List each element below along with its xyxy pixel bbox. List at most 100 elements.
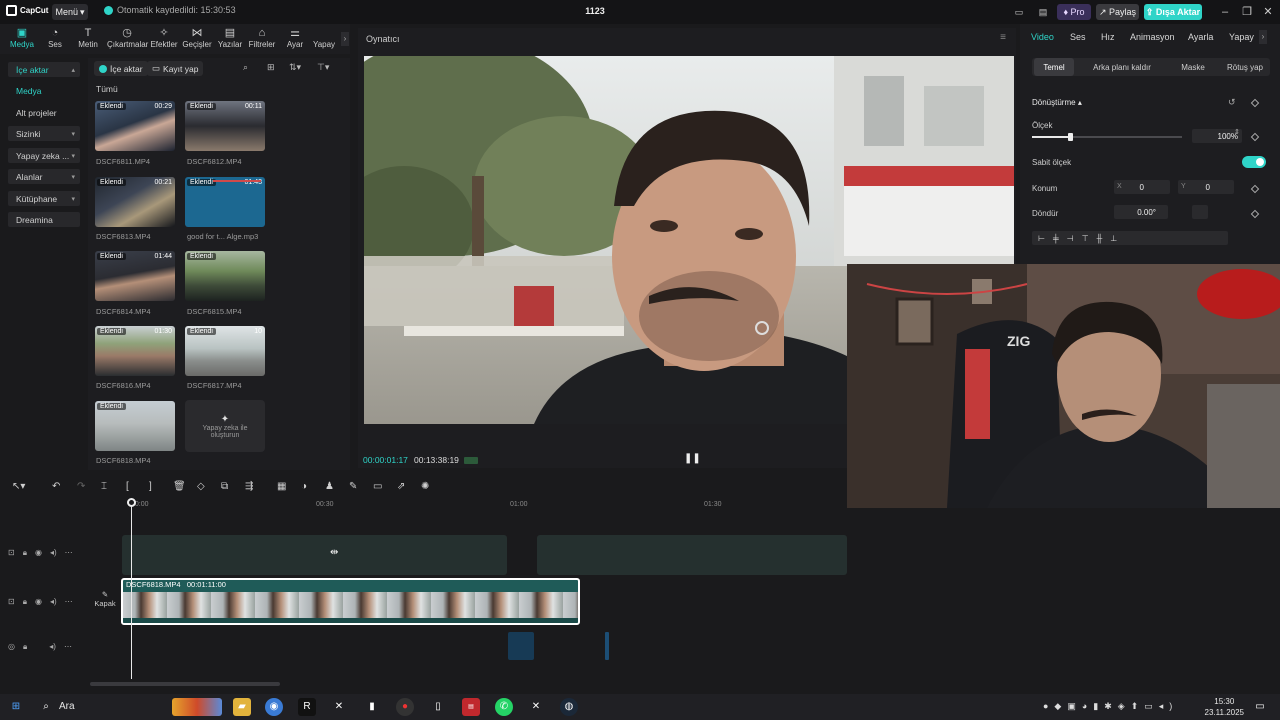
sidebar-item-subprojects[interactable]: Alt projeler [8, 105, 80, 120]
sidebar-item-library[interactable]: Kütüphane ▾ [8, 191, 80, 206]
filter-icon[interactable]: ⊤▾ [317, 62, 329, 73]
more-icon[interactable]: ⋯ [65, 548, 73, 558]
media-thumb[interactable]: Eklendi 01:30 [95, 326, 175, 376]
overlay-clip[interactable] [537, 535, 847, 575]
sidebar-item-yours[interactable]: Sizinki ▾ [8, 126, 80, 141]
crop-icon[interactable]: ⧉ [221, 481, 228, 492]
volume-icon[interactable]: ◂) [50, 597, 57, 607]
media-thumb[interactable]: Eklendi 10 [185, 326, 265, 376]
align-top-icon[interactable]: ⊤ [1082, 234, 1089, 243]
inspector-tab-ai[interactable]: Yapay [1229, 32, 1254, 42]
record-button[interactable]: ▭ Kayıt yap [147, 61, 204, 76]
pause-icon[interactable]: ❚❚ [684, 453, 701, 464]
captions-icon[interactable]: ▭ [373, 481, 382, 492]
export-button[interactable]: ⇪ Dışa Aktar [1144, 4, 1202, 20]
maximize-icon[interactable]: ❐ [1239, 4, 1255, 20]
pro-button[interactable]: ♦ Pro [1057, 4, 1091, 20]
eye-icon[interactable]: ◉ [35, 597, 42, 607]
r-app-icon[interactable]: R [298, 698, 316, 716]
inspector-scroll-right-icon[interactable]: › [1259, 30, 1267, 44]
windows-start-icon[interactable]: ⊞ [7, 698, 25, 716]
toolbar-scroll-right-icon[interactable]: › [341, 32, 349, 46]
sort-icon[interactable]: ⇅▾ [289, 62, 301, 73]
tab-text[interactable]: T Metin [70, 26, 106, 52]
keyframe-icon[interactable] [1250, 98, 1260, 108]
align-center-h-icon[interactable]: ╪ [1053, 234, 1059, 243]
subtab-retouch[interactable]: Rötuş yap [1220, 58, 1270, 76]
inspector-tab-animation[interactable]: Animasyon [1130, 32, 1175, 42]
eye-icon[interactable]: ◉ [35, 548, 42, 558]
align-left-icon[interactable]: ⊢ [1038, 234, 1045, 243]
audio-clip[interactable] [508, 632, 534, 660]
split-right-icon[interactable]: ] [149, 481, 152, 492]
delete-icon[interactable]: 🗑 [173, 481, 186, 492]
undo-icon[interactable]: ↶ [52, 481, 60, 492]
inspector-tab-adjust[interactable]: Ayarla [1188, 32, 1213, 42]
overlay-clip[interactable] [122, 535, 507, 575]
rotate-dial[interactable] [1192, 205, 1208, 219]
media-thumb[interactable]: Eklendi 01:44 [95, 251, 175, 301]
subtab-basic[interactable]: Temel [1034, 58, 1074, 76]
playhead[interactable] [131, 499, 132, 679]
keyframe-icon[interactable] [1250, 132, 1260, 142]
mirror-icon[interactable]: ◑ [301, 481, 307, 492]
news-app-icon[interactable]: ▤ [462, 698, 480, 716]
timeline-scrollbar[interactable] [90, 682, 280, 686]
mask-icon[interactable]: ◇ [197, 481, 205, 492]
sidebar-item-import[interactable]: İçe aktar ▴ [8, 62, 80, 77]
align-bottom-icon[interactable]: ⊥ [1110, 234, 1117, 243]
lock-icon[interactable]: 🔒︎ [23, 597, 27, 607]
grid-view-icon[interactable]: ⊞ [267, 62, 275, 73]
player-menu-icon[interactable]: ≡ [1000, 32, 1006, 43]
inspector-tab-audio[interactable]: Ses [1070, 32, 1086, 42]
whatsapp-icon[interactable]: ✆ [495, 698, 513, 716]
audio-track-icon[interactable]: ◎ [8, 642, 15, 652]
timeline-ruler[interactable]: 00:00 00:30 01:00 01:30 [0, 498, 1280, 512]
magic-icon[interactable]: ✎ [349, 481, 357, 492]
split-icon[interactable]: ⌶ [101, 481, 107, 492]
chrome-icon[interactable]: ◉ [265, 698, 283, 716]
notifications-icon[interactable]: ▭ [1251, 698, 1269, 716]
layout-icon[interactable]: ▭ [1011, 4, 1027, 20]
keyframe-icon[interactable] [1250, 209, 1260, 219]
filter-all-label[interactable]: Tümü [96, 84, 118, 94]
tab-filters[interactable]: ⌂ Filtreler [244, 26, 280, 52]
reset-icon[interactable]: ↺ [1228, 97, 1236, 108]
subtab-remove-bg[interactable]: Arka planı kaldır [1082, 58, 1162, 76]
transform-section-title[interactable]: Dönüştürme ▴ [1032, 98, 1082, 107]
scale-slider-handle[interactable] [1067, 133, 1073, 141]
person-icon[interactable]: ♟ [325, 481, 334, 492]
tab-stickers[interactable]: ◷ Çıkartmalar [107, 26, 148, 52]
main-clip[interactable]: DSCF6818.MP4 00:01:11:00 [121, 578, 580, 625]
media-thumb-audio[interactable]: Eklendi 01:43 [185, 177, 265, 227]
tab-media[interactable]: ▣ Medya [4, 26, 40, 52]
media-thumb[interactable]: Eklendi 00:21 [95, 177, 175, 227]
export-frame-icon[interactable]: ⇗ [397, 481, 405, 492]
track-thumbnail-icon[interactable]: ⊡ [8, 548, 15, 558]
sidebar-item-spaces[interactable]: Alanlar ▾ [8, 169, 80, 184]
split-left-icon[interactable]: [ [126, 481, 129, 492]
tab-audio[interactable]: ◔ Ses [37, 26, 73, 52]
cover-button[interactable]: ✎ Kapak [92, 590, 118, 614]
recorder-icon[interactable]: ● [396, 698, 414, 716]
media-thumb[interactable]: Eklendi [95, 401, 175, 451]
lock-icon[interactable]: 🔒︎ [23, 548, 27, 558]
subtab-mask[interactable]: Maske [1168, 58, 1218, 76]
sidebar-item-ai[interactable]: Yapay zeka ... ▾ [8, 148, 80, 163]
inspector-tab-speed[interactable]: Hız [1101, 32, 1115, 42]
shortcuts-icon[interactable]: ▤ [1035, 4, 1051, 20]
speed-icon[interactable]: ⇶ [245, 481, 253, 492]
more-icon[interactable]: ⋯ [65, 597, 73, 607]
search-icon[interactable]: ⌕ [243, 62, 248, 73]
tab-captions[interactable]: ▤ Yazılar [212, 26, 248, 52]
capcut-icon[interactable]: ✕ [527, 698, 545, 716]
media-thumb[interactable]: Eklendi [185, 251, 265, 301]
import-button[interactable]: İçe aktar [94, 61, 148, 76]
taskbar-clock[interactable]: 15:30 23.11.2025 [1205, 696, 1244, 718]
inspector-tab-video[interactable]: Video [1031, 32, 1054, 42]
taskbar-search-label[interactable]: Ara [59, 701, 75, 712]
uniform-scale-toggle[interactable] [1242, 156, 1266, 168]
freeze-icon[interactable]: ▦ [277, 481, 286, 492]
project-title[interactable]: 1123 [580, 6, 610, 16]
sidebar-item-dreamina[interactable]: Dreamina [8, 212, 80, 227]
